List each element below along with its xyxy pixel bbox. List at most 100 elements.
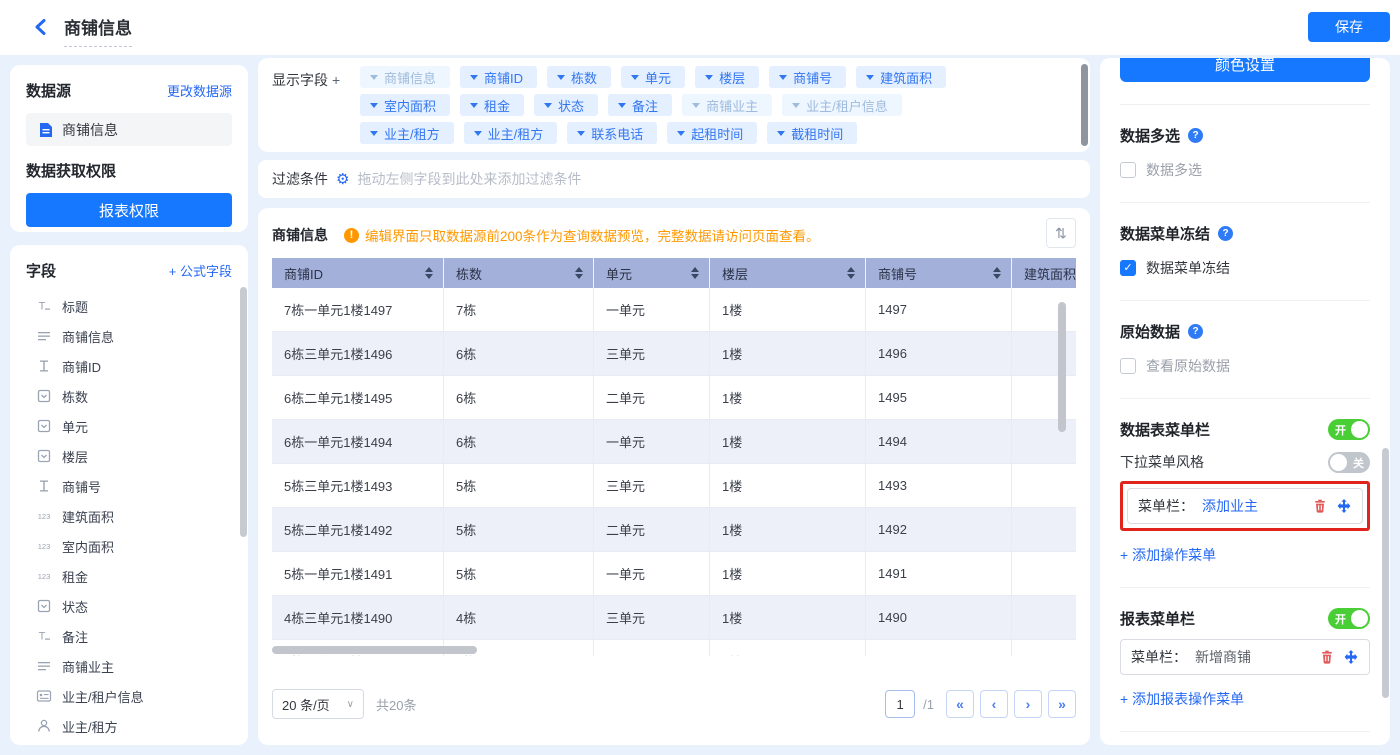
field-item[interactable]: 123室内面积 [26,531,236,561]
field-item[interactable]: T标题 [26,291,236,321]
column-header[interactable]: 楼层 [710,258,866,288]
svg-text:T: T [39,301,46,313]
field-item[interactable]: 楼层 [26,441,236,471]
select-field-icon [36,388,52,404]
next-page-button[interactable]: › [1014,690,1042,718]
field-item[interactable]: 栋数 [26,381,236,411]
caret-down-icon [544,103,552,108]
page-title[interactable]: 商铺信息 [64,14,132,47]
table-panel: 商铺信息 ! 编辑界面只取数据源前200条作为查询数据预览，完整数据请访问页面查… [258,208,1090,745]
table-menu-toggle[interactable]: 开 [1328,419,1370,440]
last-page-button[interactable]: » [1048,690,1076,718]
page-size-select[interactable]: 20 条/页 ∨ [272,689,364,719]
delete-icon[interactable] [1312,498,1328,514]
field-item[interactable]: 商铺号 [26,471,236,501]
display-field-chip[interactable]: 备注 [608,94,672,116]
table-cell: 1楼 [710,464,866,507]
display-field-chip[interactable]: 状态 [534,94,598,116]
display-field-chip[interactable]: 栋数 [547,66,611,88]
add-display-field-button[interactable]: + [332,72,340,88]
table-cell: 三单元 [594,332,710,375]
save-button[interactable]: 保存 [1308,12,1390,42]
display-field-chip[interactable]: 商铺信息 [360,66,450,88]
column-header[interactable]: 栋数 [444,258,594,288]
display-field-chip[interactable]: 商铺ID [460,66,537,88]
menu-item-name[interactable]: 新增商铺 [1195,647,1251,667]
settings-scrollbar[interactable] [1382,448,1389,698]
table-cell [1012,640,1076,656]
field-item[interactable]: 123建筑面积 [26,501,236,531]
display-field-chip[interactable]: 业主/租方 [464,122,558,144]
display-field-chip[interactable]: 室内面积 [360,94,450,116]
display-field-chip[interactable]: 业主/租户信息 [782,94,902,116]
move-icon[interactable] [1343,649,1359,665]
field-item[interactable]: 商铺ID [26,351,236,381]
column-header[interactable]: 单元 [594,258,710,288]
column-header[interactable]: 商铺ID [272,258,444,288]
table-cell: 5栋 [444,552,594,595]
fields-scrollbar[interactable] [240,287,247,537]
field-item[interactable]: 业主/租方 [26,711,236,741]
display-field-chip[interactable]: 截租时间 [767,122,857,144]
field-item[interactable]: 单元 [26,411,236,441]
menu-freeze-checkbox-row[interactable]: ✓ 数据菜单冻结 [1120,258,1370,278]
field-label: 室内面积 [62,537,114,556]
raw-data-checkbox-row[interactable]: 查看原始数据 [1120,356,1370,376]
table-cell: 6栋 [444,332,594,375]
change-datasource-link[interactable]: 更改数据源 [167,81,232,100]
table-row: 5栋一单元1楼14915栋一单元1楼1491 [272,552,1076,596]
help-icon[interactable]: ? [1218,226,1233,241]
field-item[interactable]: 商铺信息 [26,321,236,351]
dropdown-style-toggle[interactable]: 关 [1328,452,1370,473]
display-field-chip[interactable]: 建筑面积 [856,66,946,88]
add-formula-field-link[interactable]: + 公式字段 [169,261,232,280]
menu-item-name[interactable]: 添加业主 [1202,496,1258,516]
display-field-chip[interactable]: 租金 [460,94,524,116]
prev-page-button[interactable]: ‹ [980,690,1008,718]
display-fields-scrollbar[interactable] [1081,64,1088,146]
chip-label: 起租时间 [691,124,743,143]
field-item[interactable]: 状态 [26,591,236,621]
caret-down-icon [777,131,785,136]
field-item[interactable]: 商铺业主 [26,651,236,681]
table-cell: 一单元 [594,552,710,595]
display-field-chip[interactable]: 商铺业主 [682,94,772,116]
table-horizontal-scrollbar[interactable] [272,646,477,654]
delete-icon[interactable] [1319,649,1335,665]
first-page-button[interactable]: « [946,690,974,718]
display-field-chip[interactable]: 联系电话 [567,122,657,144]
caret-down-icon [370,75,378,80]
display-field-chip[interactable]: 商铺号 [769,66,846,88]
add-action-menu-link[interactable]: + 添加操作菜单 [1120,545,1370,565]
multi-select-checkbox-row[interactable]: 数据多选 [1120,160,1370,180]
display-field-chip[interactable]: 起租时间 [667,122,757,144]
column-header[interactable]: 商铺号 [866,258,1012,288]
filter-dropzone[interactable]: 拖动左侧字段到此处来添加过滤条件 [357,169,581,189]
checkbox-icon [1120,358,1136,374]
display-field-chip[interactable]: 业主/租方 [360,122,454,144]
column-header[interactable]: 建筑面积 [1012,258,1076,288]
report-menu-toggle[interactable]: 开 [1328,608,1370,629]
field-item[interactable]: 业主/租户信息 [26,681,236,711]
chip-label: 截租时间 [791,124,843,143]
field-item[interactable]: T备注 [26,621,236,651]
back-button[interactable] [28,14,54,40]
chip-label: 业主/租方 [384,124,440,143]
page-total: /1 [923,697,934,712]
sort-order-button[interactable]: ⇅ [1046,218,1076,248]
move-icon[interactable] [1336,498,1352,514]
color-settings-button[interactable]: 颜色设置 [1120,58,1370,82]
permission-title: 数据获取权限 [26,160,232,181]
gear-icon[interactable]: ⚙ [336,172,349,187]
field-item[interactable]: 123租金 [26,561,236,591]
table-vertical-scrollbar[interactable] [1058,302,1066,432]
page-number-input[interactable]: 1 [885,690,915,718]
display-field-chip[interactable]: 楼层 [695,66,759,88]
help-icon[interactable]: ? [1188,324,1203,339]
table-row: 7栋一单元1楼14977栋一单元1楼1497 [272,288,1076,332]
add-report-action-menu-link[interactable]: + 添加报表操作菜单 [1120,689,1370,709]
help-icon[interactable]: ? [1188,128,1203,143]
report-permission-button[interactable]: 报表权限 [26,193,232,227]
datasource-item[interactable]: 商铺信息 [26,113,232,146]
display-field-chip[interactable]: 单元 [621,66,685,88]
